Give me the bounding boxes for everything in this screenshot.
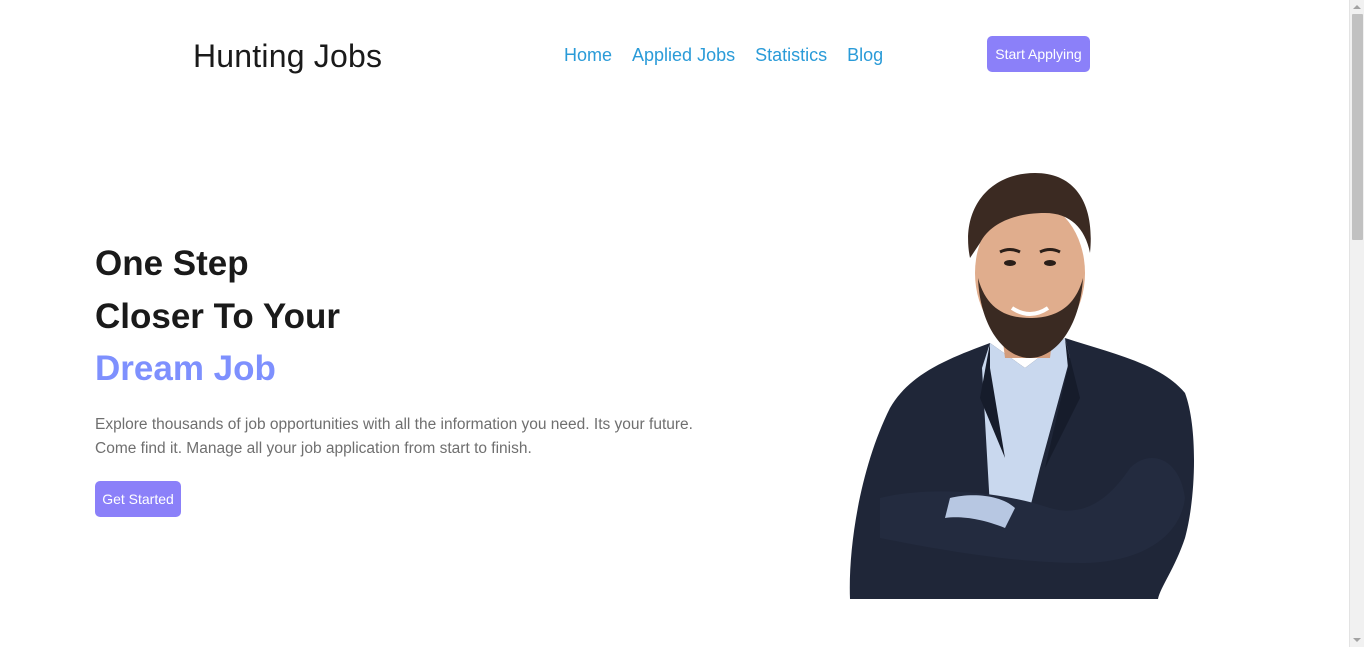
main-nav: Home Applied Jobs Statistics Blog — [564, 43, 883, 67]
page: Hunting Jobs Home Applied Jobs Statistic… — [0, 0, 1364, 647]
hero-description: Explore thousands of job opportunities w… — [95, 416, 693, 457]
nav-blog[interactable]: Blog — [847, 43, 883, 67]
businessman-photo — [840, 168, 1205, 599]
scrollbar-thumb[interactable] — [1352, 14, 1363, 240]
hero-title-accent: Dream Job — [95, 349, 276, 388]
hero-title-line-2: Closer To Your — [95, 296, 341, 336]
scroll-down-icon[interactable] — [1353, 638, 1361, 642]
get-started-button[interactable]: Get Started — [95, 481, 181, 517]
brand-logo[interactable]: Hunting Jobs — [193, 36, 382, 76]
nav-statistics[interactable]: Statistics — [755, 43, 827, 67]
hero-title: One Step Closer To Your Dream Job — [95, 238, 340, 396]
nav-applied-jobs[interactable]: Applied Jobs — [632, 43, 735, 67]
hero-title-line-1: One Step — [95, 244, 249, 283]
page-scrollbar[interactable] — [1349, 0, 1364, 647]
scroll-up-icon[interactable] — [1353, 5, 1361, 9]
nav-home[interactable]: Home — [564, 43, 612, 67]
start-applying-button[interactable]: Start Applying — [987, 36, 1090, 72]
